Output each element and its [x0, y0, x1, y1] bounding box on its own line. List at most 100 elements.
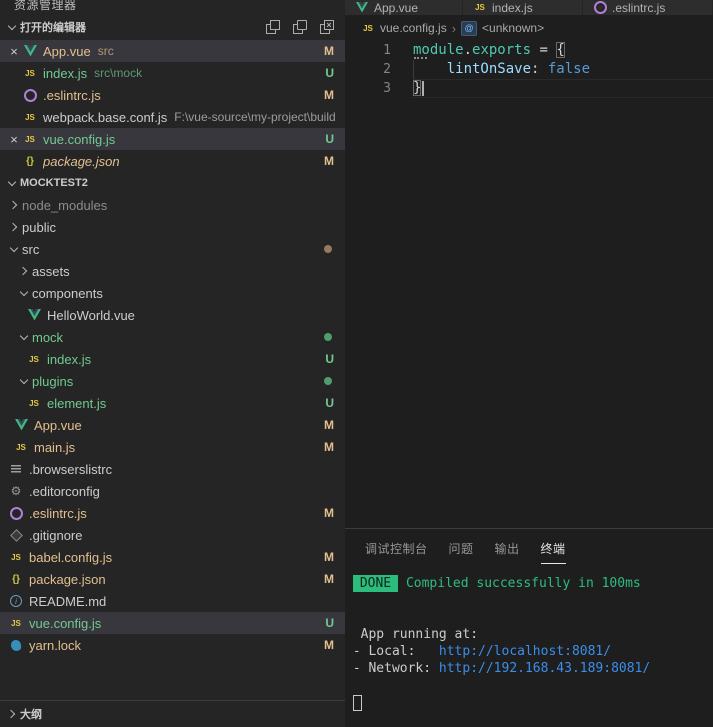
sidebar-title: 资源管理器 — [14, 0, 77, 12]
tree-file-gitignore[interactable]: .gitignore — [0, 524, 345, 546]
token-false: false — [547, 61, 591, 77]
js-icon — [22, 131, 38, 147]
eslint-icon — [22, 87, 38, 103]
close-icon[interactable]: × — [6, 43, 22, 59]
workspace-root-header[interactable]: MOCKTEST2 — [0, 172, 345, 194]
git-status-badge: M — [324, 88, 334, 102]
local-label: - Local: — [352, 644, 416, 659]
tree-file-index-js[interactable]: index.js U — [0, 348, 345, 370]
git-status-badge: U — [325, 352, 334, 366]
open-editor-item[interactable]: × webpack.base.conf.js F:\vue-source\my-… — [0, 106, 345, 128]
tab-eslintrc-js[interactable]: .eslintrc.js — [583, 0, 713, 15]
terminal-cursor — [352, 694, 362, 711]
js-icon — [8, 549, 24, 565]
breadcrumb: vue.config.js › @ <unknown> — [345, 15, 713, 41]
code-line: 1 module.exports = { — [345, 41, 713, 60]
tree-item-label: README.md — [29, 593, 107, 609]
line-number: 2 — [383, 62, 391, 77]
open-editor-item[interactable]: × App.vue src M — [0, 40, 345, 62]
breadcrumb-symbol[interactable]: <unknown> — [482, 21, 544, 35]
open-editors-header[interactable]: 打开的编辑器 × — [0, 14, 345, 40]
close-icon[interactable]: × — [6, 131, 22, 147]
tree-folder-components[interactable]: components — [0, 282, 345, 304]
js-icon — [22, 109, 38, 125]
git-status-badge: M — [324, 550, 334, 564]
tab-index-js[interactable]: index.js — [463, 0, 583, 15]
tree-item-label: App.vue — [34, 417, 82, 433]
eslint-icon — [593, 0, 607, 15]
open-editor-item[interactable]: × .eslintrc.js M — [0, 84, 345, 106]
app-running-text: App running at: — [360, 627, 479, 642]
chevron-right-icon — [6, 219, 22, 235]
token-module: module — [413, 42, 464, 58]
tree-file-main-js[interactable]: main.js M — [0, 436, 345, 458]
open-editor-item[interactable]: × package.json M — [0, 150, 345, 172]
tree-file-browserslistrc[interactable]: .browserslistrc — [0, 458, 345, 480]
open-editor-item[interactable]: × index.js src\mock U — [0, 62, 345, 84]
tree-file-yarn-lock[interactable]: yarn.lock M — [0, 634, 345, 656]
tree-file-readme-md[interactable]: README.md — [0, 590, 345, 612]
save-all-icon[interactable] — [292, 19, 308, 35]
js-icon — [8, 615, 24, 631]
tree-file-vue-config-js[interactable]: vue.config.js U — [0, 612, 345, 634]
token-open-brace: { — [556, 42, 565, 58]
tree-folder-src[interactable]: src — [0, 238, 345, 260]
token-colon: : — [531, 61, 548, 77]
list-lines-icon — [8, 461, 24, 477]
open-editor-item[interactable]: × vue.config.js U — [0, 128, 345, 150]
network-url-link[interactable]: http://192.168.43.189:8081/ — [439, 661, 650, 676]
tree-file-package-json[interactable]: package.json M — [0, 568, 345, 590]
tree-item-label: element.js — [47, 395, 107, 411]
breadcrumb-file[interactable]: vue.config.js — [380, 21, 447, 35]
local-url-link[interactable]: http://localhost:8081/ — [439, 644, 611, 659]
tab-problems[interactable]: 问题 — [449, 532, 474, 563]
tab-debug-console[interactable]: 调试控制台 — [365, 532, 428, 563]
git-status-badge: M — [324, 418, 334, 432]
tree-file-eslintrc-js[interactable]: .eslintrc.js M — [0, 502, 345, 524]
tree-folder-mock[interactable]: mock — [0, 326, 345, 348]
tree-folder-assets[interactable]: assets — [0, 260, 345, 282]
tree-item-label: package.json — [29, 571, 106, 587]
open-editor-label: webpack.base.conf.js — [43, 109, 168, 125]
tree-file-element-js[interactable]: element.js U — [0, 392, 345, 414]
yarn-icon — [8, 637, 24, 653]
editor-tab-bar: App.vue index.js .eslintrc.js — [345, 0, 713, 15]
git-status-badge: M — [324, 44, 334, 58]
terminal[interactable]: DONE Compiled successfully in 100ms App r… — [345, 566, 713, 727]
js-icon — [26, 351, 42, 367]
tree-item-label: .eslintrc.js — [29, 505, 87, 521]
tree-item-label: mock — [32, 329, 64, 345]
tab-output[interactable]: 输出 — [495, 532, 520, 563]
tree-file-babel-config-js[interactable]: babel.config.js M — [0, 546, 345, 568]
tab-terminal[interactable]: 终端 — [540, 532, 566, 564]
tree-file-editorconfig[interactable]: .editorconfig — [0, 480, 345, 502]
symbol-icon: @ — [461, 20, 478, 36]
tree-item-label: components — [32, 285, 103, 301]
tree-file-helloworld-vue[interactable]: HelloWorld.vue — [0, 304, 345, 326]
git-status-badge: U — [325, 396, 334, 410]
explorer-sidebar: 资源管理器 打开的编辑器 × × App.vue src M × index.j… — [0, 0, 345, 727]
editor-area: App.vue index.js .eslintrc.js vue.config… — [345, 0, 713, 727]
vscode-window: 资源管理器 打开的编辑器 × × App.vue src M × index.j… — [0, 0, 713, 727]
git-status-badge: U — [325, 132, 334, 146]
new-untitled-file-icon[interactable] — [265, 19, 281, 35]
terminal-line: App running at: — [345, 626, 713, 643]
network-label: - Network: — [352, 661, 432, 676]
tree-folder-node-modules[interactable]: node_modules — [0, 194, 345, 216]
breadcrumb-separator: › — [451, 20, 457, 36]
editor-empty-space[interactable] — [345, 98, 713, 528]
close-all-editors-icon[interactable]: × — [319, 19, 335, 35]
code-line: 2 lintOnSave: false — [345, 60, 713, 79]
tree-file-app-vue[interactable]: App.vue M — [0, 414, 345, 436]
outline-section-header[interactable]: 大纲 — [0, 700, 345, 727]
tab-label: App.vue — [374, 0, 419, 15]
terminal-line: - Local: http://localhost:8081/ — [345, 643, 713, 660]
tree-item-label: assets — [32, 263, 70, 279]
tree-folder-plugins[interactable]: plugins — [0, 370, 345, 392]
tree-folder-public[interactable]: public — [0, 216, 345, 238]
tab-app-vue[interactable]: App.vue — [345, 0, 463, 15]
line-number: 3 — [383, 81, 391, 96]
vue-icon — [26, 307, 42, 323]
code-editor[interactable]: 1 module.exports = { 2 lintOnSave: false… — [345, 41, 713, 98]
open-editor-label: package.json — [43, 153, 120, 169]
